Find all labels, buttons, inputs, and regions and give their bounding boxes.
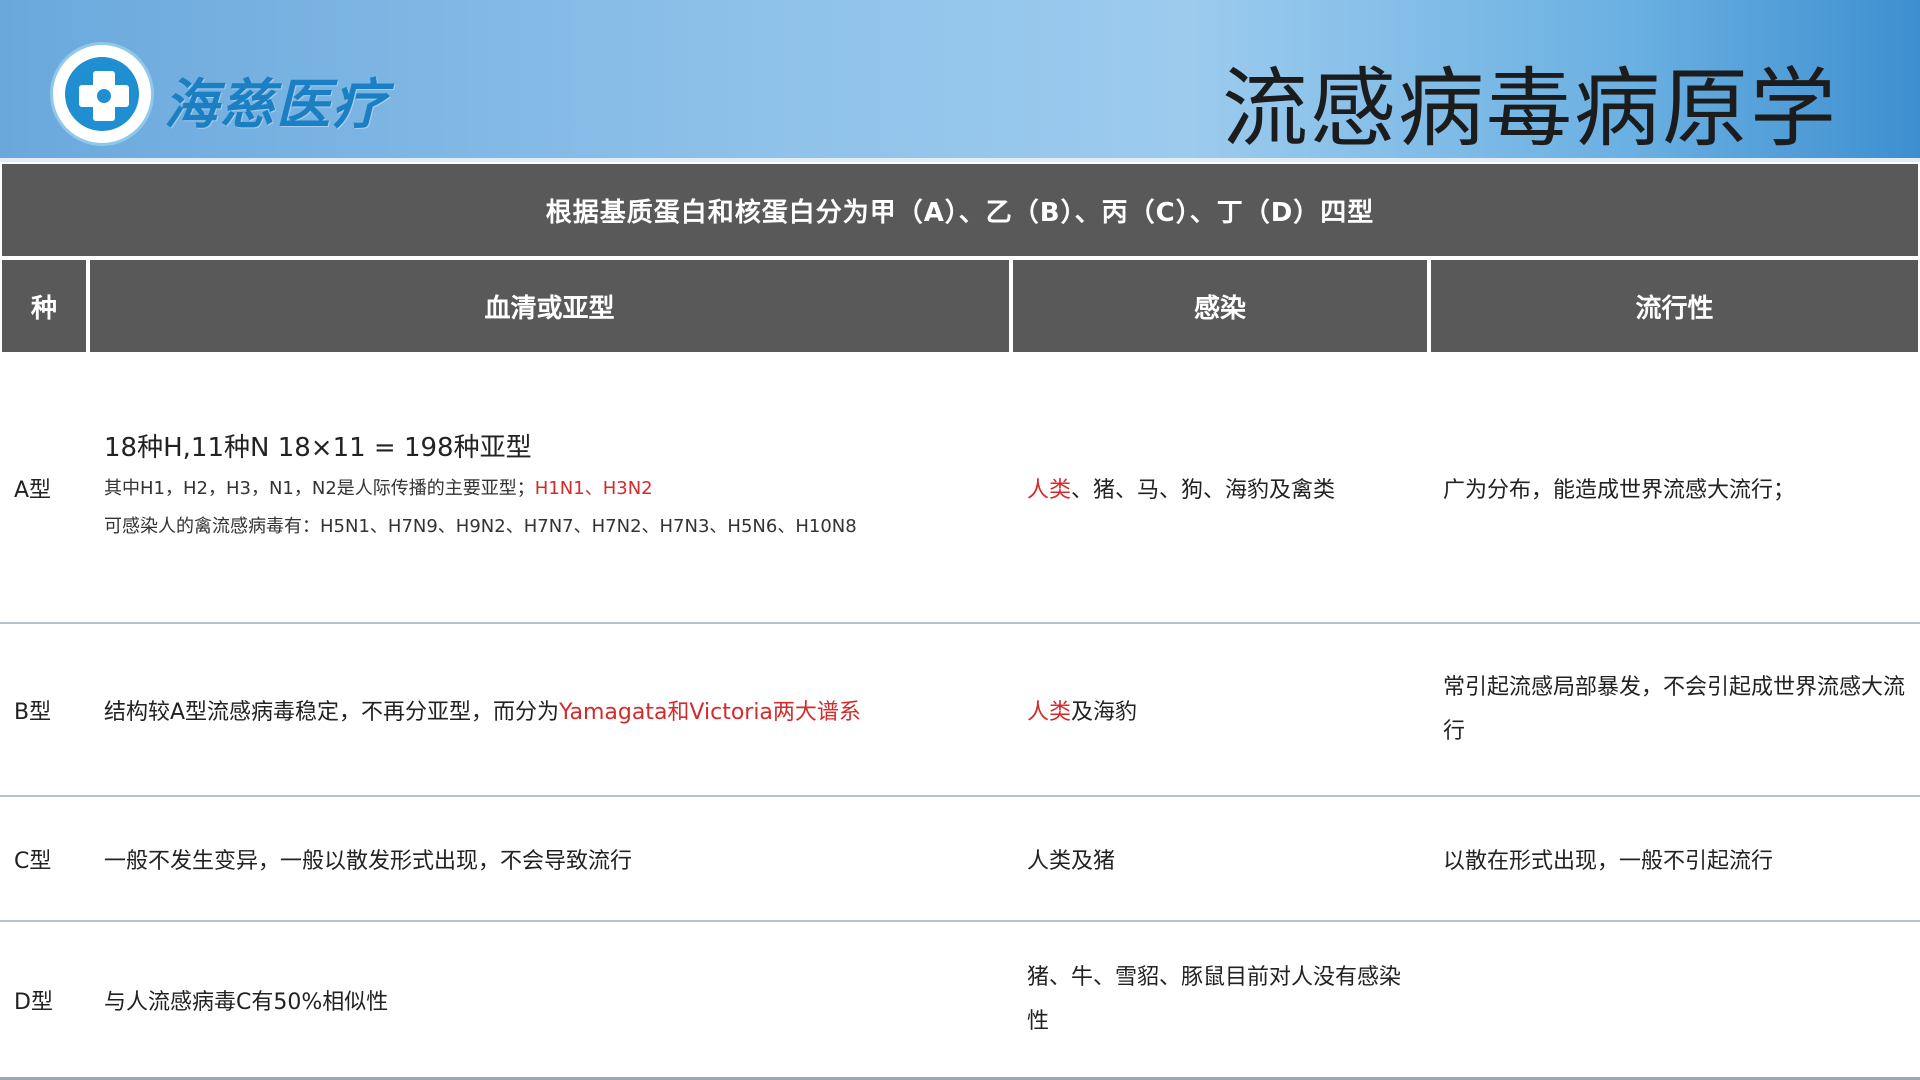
row-c-subtype: 一般不发生变异，一般以散发形式出现，不会导致流行: [88, 797, 1011, 922]
row-a-infection: 人类 、猪、马、狗、海豹及禽类: [1011, 354, 1429, 624]
header-banner: 海慈医疗 流感病毒病原学: [0, 0, 1920, 162]
row-d-subtype: 与人流感病毒C有50%相似性: [88, 922, 1011, 1080]
row-a-subtype: 18种H,11种N 18×11 = 198种亚型 其中H1，H2，H3，N1，N…: [88, 354, 1011, 624]
row-a-epidemic: 广为分布，能造成世界流感大流行；: [1429, 354, 1920, 624]
page-title: 流感病毒病原学: [1222, 59, 1838, 159]
row-d-type: D型: [0, 922, 88, 1080]
logo-text: 海慈医疗: [164, 73, 388, 136]
table-banner-header: 根据基质蛋白和核蛋白分为甲（A）、乙（B）、丙（C）、丁（D）四型: [0, 162, 1920, 258]
row-c-epidemic: 以散在形式出现，一般不引起流行: [1429, 797, 1920, 922]
column-header-type: 种: [0, 258, 88, 354]
row-c-type: C型: [0, 797, 88, 922]
row-a-subtype-main: 18种H,11种N 18×11 = 198种亚型: [104, 432, 532, 463]
row-a-subtype-line2: 其中H1，H2，H3，N1，N2是人际传播的主要亚型；H1N1、H3N2: [104, 477, 653, 499]
row-b-subtype-highlight: Yamagata和Victoria两大谱系: [559, 699, 861, 725]
row-a-type: A型: [0, 354, 88, 624]
row-d-infection: 猪、牛、雪貂、豚鼠目前对人没有感染性: [1011, 922, 1429, 1080]
row-a-subtype-line3: 可感染人的禽流感病毒有：H5N1、H7N9、H9N2、H7N7、H7N2、H7N…: [104, 515, 857, 537]
column-header-infection: 感染: [1011, 258, 1429, 354]
row-b-infection: 人类 及海豹: [1011, 624, 1429, 797]
column-header-epidemic: 流行性: [1429, 258, 1920, 354]
influenza-type-table: 根据基质蛋白和核蛋白分为甲（A）、乙（B）、丙（C）、丁（D）四型 种 血清或亚…: [0, 162, 1920, 1080]
row-b-epidemic: 常引起流感局部暴发，不会引起成世界流感大流行: [1429, 624, 1920, 797]
row-b-subtype: 结构较A型流感病毒稳定，不再分亚型，而分为 Yamagata和Victoria两大…: [88, 624, 1011, 797]
hospital-seal-icon: [50, 42, 154, 146]
hospital-logo: 海慈医疗: [50, 42, 460, 146]
row-c-infection: 人类及猪: [1011, 797, 1429, 922]
row-b-type: B型: [0, 624, 88, 797]
row-d-epidemic: [1429, 922, 1920, 1080]
row-a-subtype-highlight: H1N1、H3N2: [534, 477, 653, 499]
column-header-subtype: 血清或亚型: [88, 258, 1011, 354]
